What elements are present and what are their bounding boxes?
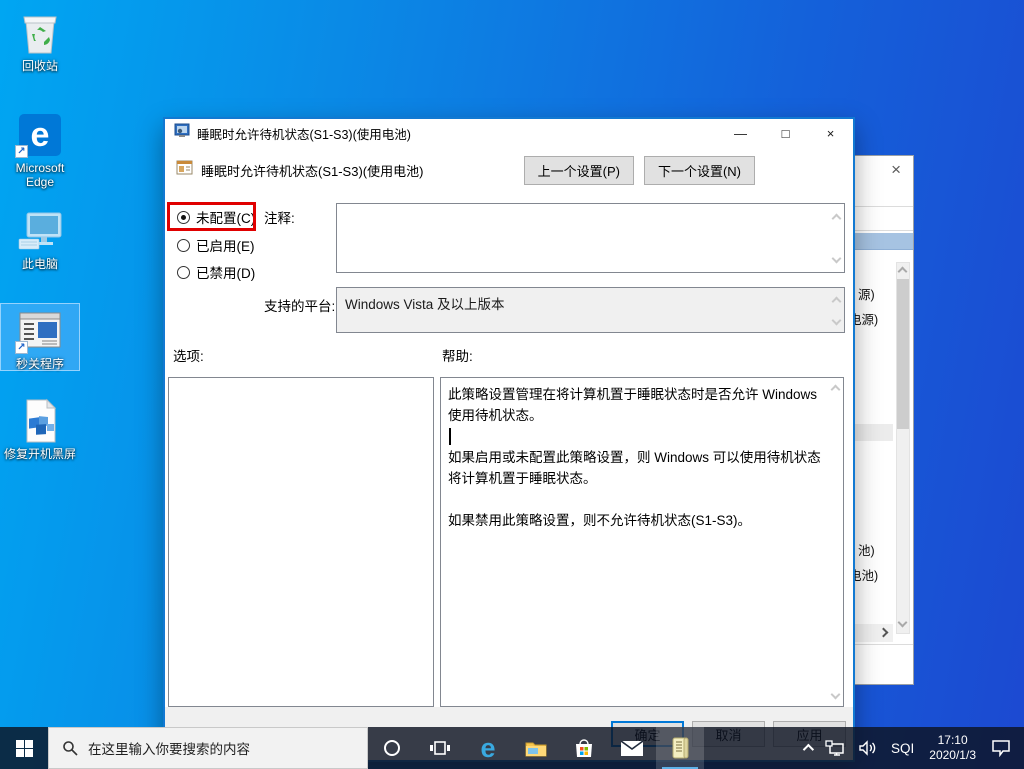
edge-icon: e (480, 735, 495, 762)
scroll-up-icon[interactable] (832, 214, 842, 224)
this-pc-icon (1, 208, 79, 254)
scroll-down-icon[interactable] (832, 254, 842, 264)
comment-textarea[interactable] (336, 203, 845, 273)
policy-scroll-icon (670, 737, 690, 759)
edge-taskbar-button[interactable]: e (464, 727, 512, 769)
supported-on-value: Windows Vista 及以上版本 (345, 297, 505, 312)
store-button[interactable] (560, 727, 608, 769)
shortcut-arrow-icon: ↗ (15, 145, 28, 158)
desktop-icon-label: 修复开机黑屏 (1, 447, 79, 461)
taskbar-clock[interactable]: 17:10 2020/1/3 (921, 733, 984, 763)
group-policy-taskbar-button[interactable] (656, 727, 704, 769)
action-center-button[interactable] (984, 727, 1018, 769)
desktop-icon-label: 此电脑 (1, 257, 79, 271)
minimize-button[interactable]: — (718, 119, 763, 148)
cortana-button[interactable] (368, 727, 416, 769)
close-button[interactable]: × (808, 119, 853, 148)
help-paragraph: 如果启用或未配置此策略设置，则 Windows 可以使用待机状态将计算机置于睡眠… (448, 447, 823, 489)
registry-file-icon (1, 398, 79, 444)
search-icon (62, 740, 78, 756)
help-panel: 此策略设置管理在将计算机置于睡眠状态时是否允许 Windows 使用待机状态。 … (440, 377, 844, 707)
text-caret (449, 428, 451, 445)
scroll-up-icon[interactable] (831, 385, 841, 395)
task-view-icon (430, 740, 450, 756)
scroll-up-icon[interactable] (832, 297, 842, 307)
help-text: 此策略设置管理在将计算机置于睡眠状态时是否允许 Windows 使用待机状态。 … (441, 378, 827, 706)
shortcut-arrow-icon: ↗ (15, 341, 28, 354)
radio-label: 已启用(E) (196, 235, 255, 255)
scroll-down-icon[interactable] (831, 690, 841, 700)
recycle-bin-icon (1, 10, 79, 56)
policy-name-fragment: 源) (858, 284, 875, 303)
vertical-scrollbar[interactable] (896, 262, 910, 634)
scroll-up-icon[interactable] (898, 267, 908, 277)
options-label: 选项: (173, 345, 204, 365)
system-tray: SQI 17:10 2020/1/3 (796, 727, 1024, 769)
policy-editor-icon: ↗ (1, 308, 79, 354)
radio-disabled[interactable]: 已禁用(D) (177, 262, 255, 282)
scroll-right-icon[interactable] (879, 628, 889, 638)
supported-on-label: 支持的平台: (264, 295, 335, 315)
scroll-down-icon[interactable] (898, 618, 908, 628)
policy-setting-dialog: 睡眠时允许待机状态(S1-S3)(使用电池) — □ × 睡眠时允许待机状态(S… (163, 117, 855, 762)
taskbar-search-input[interactable]: 在这里输入你要搜索的内容 (48, 727, 368, 769)
desktop-icon-fix-black-screen[interactable]: 修复开机黑屏 (1, 398, 79, 461)
red-highlight-box (167, 202, 256, 231)
ime-indicator[interactable]: SQI (884, 727, 921, 769)
supported-on-box: Windows Vista 及以上版本 (336, 287, 845, 333)
scroll-down-icon[interactable] (832, 316, 842, 326)
clock-time: 17:10 (929, 733, 976, 748)
chevron-up-icon (803, 744, 814, 755)
radio-icon[interactable] (177, 266, 190, 279)
radio-enabled[interactable]: 已启用(E) (177, 235, 255, 255)
desktop-icon-microsoft-edge[interactable]: e ↗ Microsoft Edge (1, 112, 79, 189)
maximize-button[interactable]: □ (763, 119, 808, 148)
mail-icon (621, 741, 643, 756)
windows-logo-icon (16, 740, 33, 757)
dialog-header: 睡眠时允许待机状态(S1-S3)(使用电池) 上一个设置(P) 下一个设置(N) (165, 148, 853, 192)
store-icon (574, 738, 594, 758)
policy-name-fragment: 池) (858, 540, 875, 559)
edge-icon: e ↗ (1, 112, 79, 158)
help-paragraph: 此策略设置管理在将计算机置于睡眠状态时是否允许 Windows 使用待机状态。 (448, 384, 823, 426)
cortana-icon (383, 739, 401, 757)
folder-icon (525, 740, 547, 757)
policy-setting-heading: 睡眠时允许待机状态(S1-S3)(使用电池) (201, 161, 423, 180)
file-explorer-button[interactable] (512, 727, 560, 769)
policy-window-icon (174, 123, 190, 144)
help-label: 帮助: (442, 345, 473, 365)
network-tray-icon[interactable] (818, 727, 852, 769)
tray-overflow-button[interactable] (796, 727, 818, 769)
help-scrollbar[interactable] (827, 378, 843, 706)
taskbar: 在这里输入你要搜索的内容 e (0, 727, 1024, 769)
volume-tray-icon[interactable] (852, 727, 884, 769)
next-setting-button[interactable]: 下一个设置(N) (644, 156, 755, 185)
dialog-title: 睡眠时允许待机状态(S1-S3)(使用电池) (197, 124, 411, 143)
desktop-icon-gpedit-shortcut[interactable]: ↗ 秒关程序 (1, 304, 79, 370)
clock-date: 2020/1/3 (929, 748, 976, 763)
desktop-icon-recycle-bin[interactable]: 回收站 (1, 10, 79, 73)
desktop-icon-label: 秒关程序 (1, 357, 79, 371)
start-button[interactable] (0, 727, 48, 769)
help-paragraph: 如果禁用此策略设置，则不允许待机状态(S1-S3)。 (448, 510, 823, 531)
close-icon[interactable]: × (891, 160, 901, 180)
options-panel (168, 377, 434, 707)
task-view-button[interactable] (416, 727, 464, 769)
search-placeholder: 在这里输入你要搜索的内容 (88, 738, 250, 758)
dialog-titlebar[interactable]: 睡眠时允许待机状态(S1-S3)(使用电池) — □ × (165, 119, 853, 148)
action-center-icon (991, 739, 1011, 757)
mail-button[interactable] (608, 727, 656, 769)
desktop-icon-label: 回收站 (1, 59, 79, 73)
radio-icon[interactable] (177, 239, 190, 252)
previous-setting-button[interactable]: 上一个设置(P) (524, 156, 634, 185)
comment-label: 注释: (264, 207, 295, 227)
desktop-icon-label: Microsoft Edge (1, 161, 79, 189)
policy-setting-icon (176, 159, 193, 181)
radio-label: 已禁用(D) (196, 262, 255, 282)
scrollbar-thumb[interactable] (897, 279, 909, 429)
desktop-icon-this-pc[interactable]: 此电脑 (1, 208, 79, 271)
